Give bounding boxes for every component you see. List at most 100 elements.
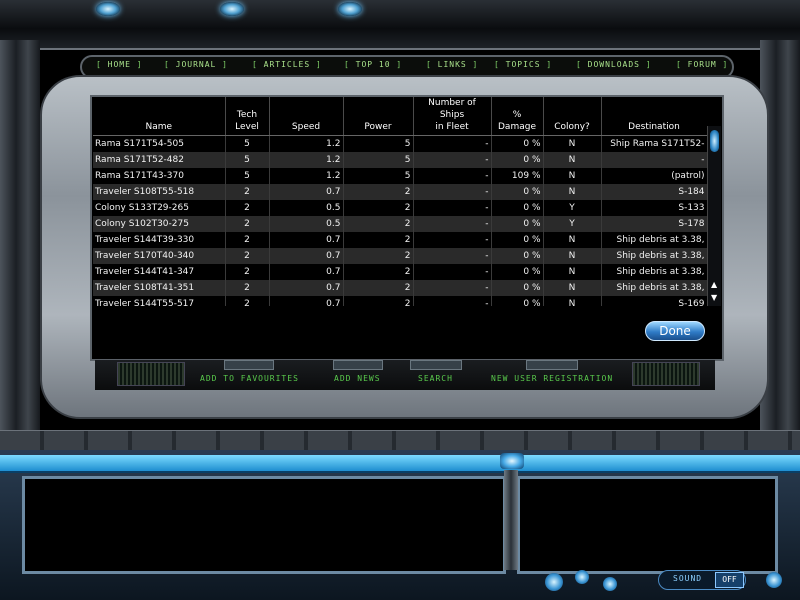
nav-topics[interactable]: TOPICS [494,60,552,69]
table-cell: 0 % [491,264,544,280]
screen-divider [504,470,518,570]
table-cell: Traveler S108T55-518 [93,184,226,200]
table-cell: 0.7 [269,184,344,200]
table-row[interactable]: Rama S171T43-370 5 1.2 5-109 % N (patrol) [93,168,707,184]
table-cell: 0 % [491,248,544,264]
table-cell: 2 [225,280,270,296]
nav-links[interactable]: LINKS [426,60,478,69]
console-glow-bar [0,455,800,473]
table-cell: 0 % [491,296,544,306]
column-header: Destination [601,97,707,136]
table-cell: 0.7 [269,232,344,248]
table-cell: 1.2 [269,152,344,168]
bubble-icon [545,573,563,591]
table-cell: N [543,248,602,264]
table-cell: - [413,184,492,200]
nav-top10[interactable]: TOP 10 [344,60,402,69]
scroll-up-icon[interactable]: ▲ [711,280,717,289]
orb-icon [96,2,120,16]
bubble-icon [766,572,782,588]
table-cell: 0 % [491,216,544,232]
table-cell: - [413,152,492,168]
grille-right [632,362,700,386]
table-cell: 2 [343,296,414,306]
table-cell: 5 [343,168,414,184]
table-cell: 109 % [491,168,544,184]
table-cell: 0 % [491,152,544,168]
gem-icon [500,453,524,469]
new-user-registration-link[interactable]: NEW USER REGISTRATION [491,374,613,383]
link-tab [333,360,383,370]
done-button[interactable]: Done [645,321,705,341]
add-to-favourites-link[interactable]: ADD TO FAVOURITES [200,374,299,383]
table-cell: Rama S171T54-505 [93,135,226,152]
column-header: Name [93,97,226,136]
link-bar [95,359,715,390]
add-news-link[interactable]: ADD NEWS [334,374,381,383]
table-header-row: Name Tech Level Speed Power Number of Ships … [93,97,707,136]
nav-home[interactable]: HOME [96,60,143,69]
table-row[interactable]: Traveler S144T55-517 2 0.7 2-0 % N S-169 [93,296,707,306]
table-cell: 5 [225,152,270,168]
bubble-icon [575,570,589,584]
link-tab [526,360,578,370]
table-cell: N [543,296,602,306]
table-cell: 1.2 [269,168,344,184]
column-header: Number of Ships in Fleet [413,97,492,136]
table-cell: 0 % [491,280,544,296]
sound-toggle-button[interactable]: OFF [715,572,744,588]
scroll-down-icon[interactable]: ▼ [711,293,717,302]
table-cell: Ship debris at 3.38, [601,264,707,280]
table-row[interactable]: Rama S171T52-482 5 1.2 5-0 % N - [93,152,707,168]
table-cell: - [413,248,492,264]
table-cell: S-133 [601,200,707,216]
table-cell: 2 [343,248,414,264]
table-row[interactable]: Traveler S144T39-330 2 0.7 2-0 % N Ship debri… [93,232,707,248]
fleet-table-container: Name Tech Level Speed Power Number of Ships … [93,97,707,306]
table-cell: 2 [225,264,270,280]
table-cell: 0 % [491,184,544,200]
table-row[interactable]: Rama S171T54-505 5 1.2 5-0 % N Ship Rama S171… [93,135,707,152]
table-cell: N [543,232,602,248]
nav-downloads[interactable]: DOWNLOADS [576,60,652,69]
table-cell: N [543,168,602,184]
nav-forum[interactable]: FORUM [676,60,728,69]
table-cell: 0 % [491,135,544,152]
table-cell: N [543,184,602,200]
table-cell: 2 [343,232,414,248]
table-cell: S-178 [601,216,707,232]
table-row[interactable]: Traveler S170T40-340 2 0.7 2-0 % N Ship debri… [93,248,707,264]
link-tab [224,360,274,370]
search-link[interactable]: SEARCH [418,374,453,383]
table-cell: 0.5 [269,200,344,216]
table-scrollbar[interactable]: ▲ ▼ [707,126,721,306]
table-cell: 0.7 [269,296,344,306]
orb-icon [220,2,244,16]
table-cell: 5 [225,135,270,152]
table-cell: Rama S171T52-482 [93,152,226,168]
table-row[interactable]: Traveler S144T41-347 2 0.7 2-0 % N Ship debri… [93,264,707,280]
table-cell: S-169 [601,296,707,306]
column-header: Tech Level [225,97,270,136]
table-cell: 5 [343,135,414,152]
table-cell: - [413,296,492,306]
table-row[interactable]: Traveler S108T55-518 2 0.7 2-0 % N S-184 [93,184,707,200]
table-row[interactable]: Traveler S108T41-351 2 0.7 2-0 % N Ship debri… [93,280,707,296]
table-cell: Y [543,216,602,232]
table-cell: 2 [225,184,270,200]
bottom-rail [0,430,800,452]
table-row[interactable]: Colony S102T30-275 2 0.5 2-0 % Y S-178 [93,216,707,232]
nav-articles[interactable]: ARTICLES [252,60,322,69]
column-header: Colony? [543,97,602,136]
table-cell: N [543,135,602,152]
nav-journal[interactable]: JOURNAL [164,60,228,69]
table-cell: 2 [225,248,270,264]
table-cell: Traveler S108T41-351 [93,280,226,296]
table-cell: Traveler S144T55-517 [93,296,226,306]
scroll-thumb[interactable] [710,130,719,152]
table-cell: Ship Rama S171T52- [601,135,707,152]
bubble-icon [603,577,617,591]
column-header: % Damage [491,97,544,136]
table-row[interactable]: Colony S133T29-265 2 0.5 2-0 % Y S-133 [93,200,707,216]
left-screen [22,476,506,574]
